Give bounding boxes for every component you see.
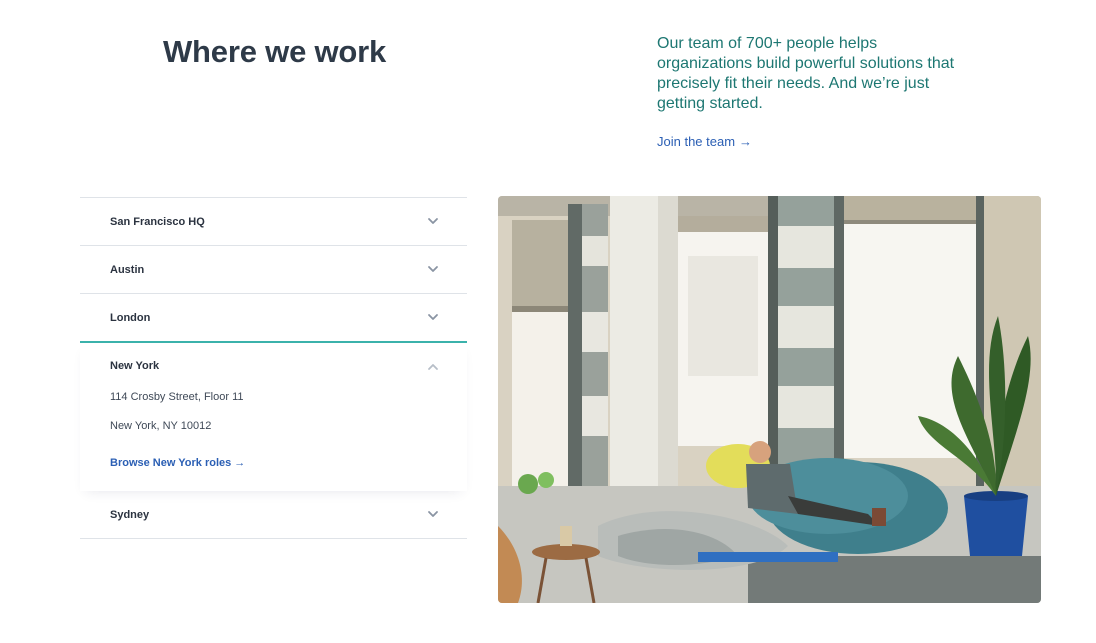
address-line-1: 114 Crosby Street, Floor 11 bbox=[110, 391, 244, 403]
location-label: Austin bbox=[110, 264, 145, 276]
join-team-link[interactable]: Join the team → bbox=[657, 134, 752, 149]
office-photo bbox=[498, 196, 1041, 603]
arrow-right-icon: → bbox=[234, 457, 246, 469]
location-label: New York bbox=[110, 360, 160, 372]
location-item-austin[interactable]: Austin bbox=[80, 245, 467, 293]
location-label: Sydney bbox=[110, 509, 150, 521]
chevron-up-icon bbox=[428, 364, 438, 370]
page-title: Where we work bbox=[163, 34, 387, 69]
office-photo-illustration bbox=[498, 196, 1041, 603]
browse-roles-label: Browse New York roles bbox=[110, 457, 232, 469]
location-item-new-york[interactable]: New York 114 Crosby Street, Floor 11 New… bbox=[80, 341, 467, 491]
chevron-down-icon bbox=[428, 511, 438, 517]
location-item-london[interactable]: London bbox=[80, 293, 467, 341]
arrow-right-icon: → bbox=[739, 134, 753, 149]
browse-roles-link[interactable]: Browse New York roles → bbox=[110, 457, 245, 469]
chevron-down-icon bbox=[428, 218, 438, 224]
location-item-san-francisco[interactable]: San Francisco HQ bbox=[80, 197, 467, 245]
join-team-label: Join the team bbox=[657, 134, 736, 149]
location-label: London bbox=[110, 312, 151, 324]
chevron-down-icon bbox=[428, 314, 438, 320]
chevron-down-icon bbox=[428, 266, 438, 272]
location-label: San Francisco HQ bbox=[110, 216, 205, 228]
intro-text: Our team of 700+ people helps organizati… bbox=[657, 35, 955, 112]
locations-accordion: San Francisco HQ Austin London New York … bbox=[80, 197, 467, 539]
location-item-sydney[interactable]: Sydney bbox=[80, 491, 467, 539]
address-line-2: New York, NY 10012 bbox=[110, 420, 212, 432]
